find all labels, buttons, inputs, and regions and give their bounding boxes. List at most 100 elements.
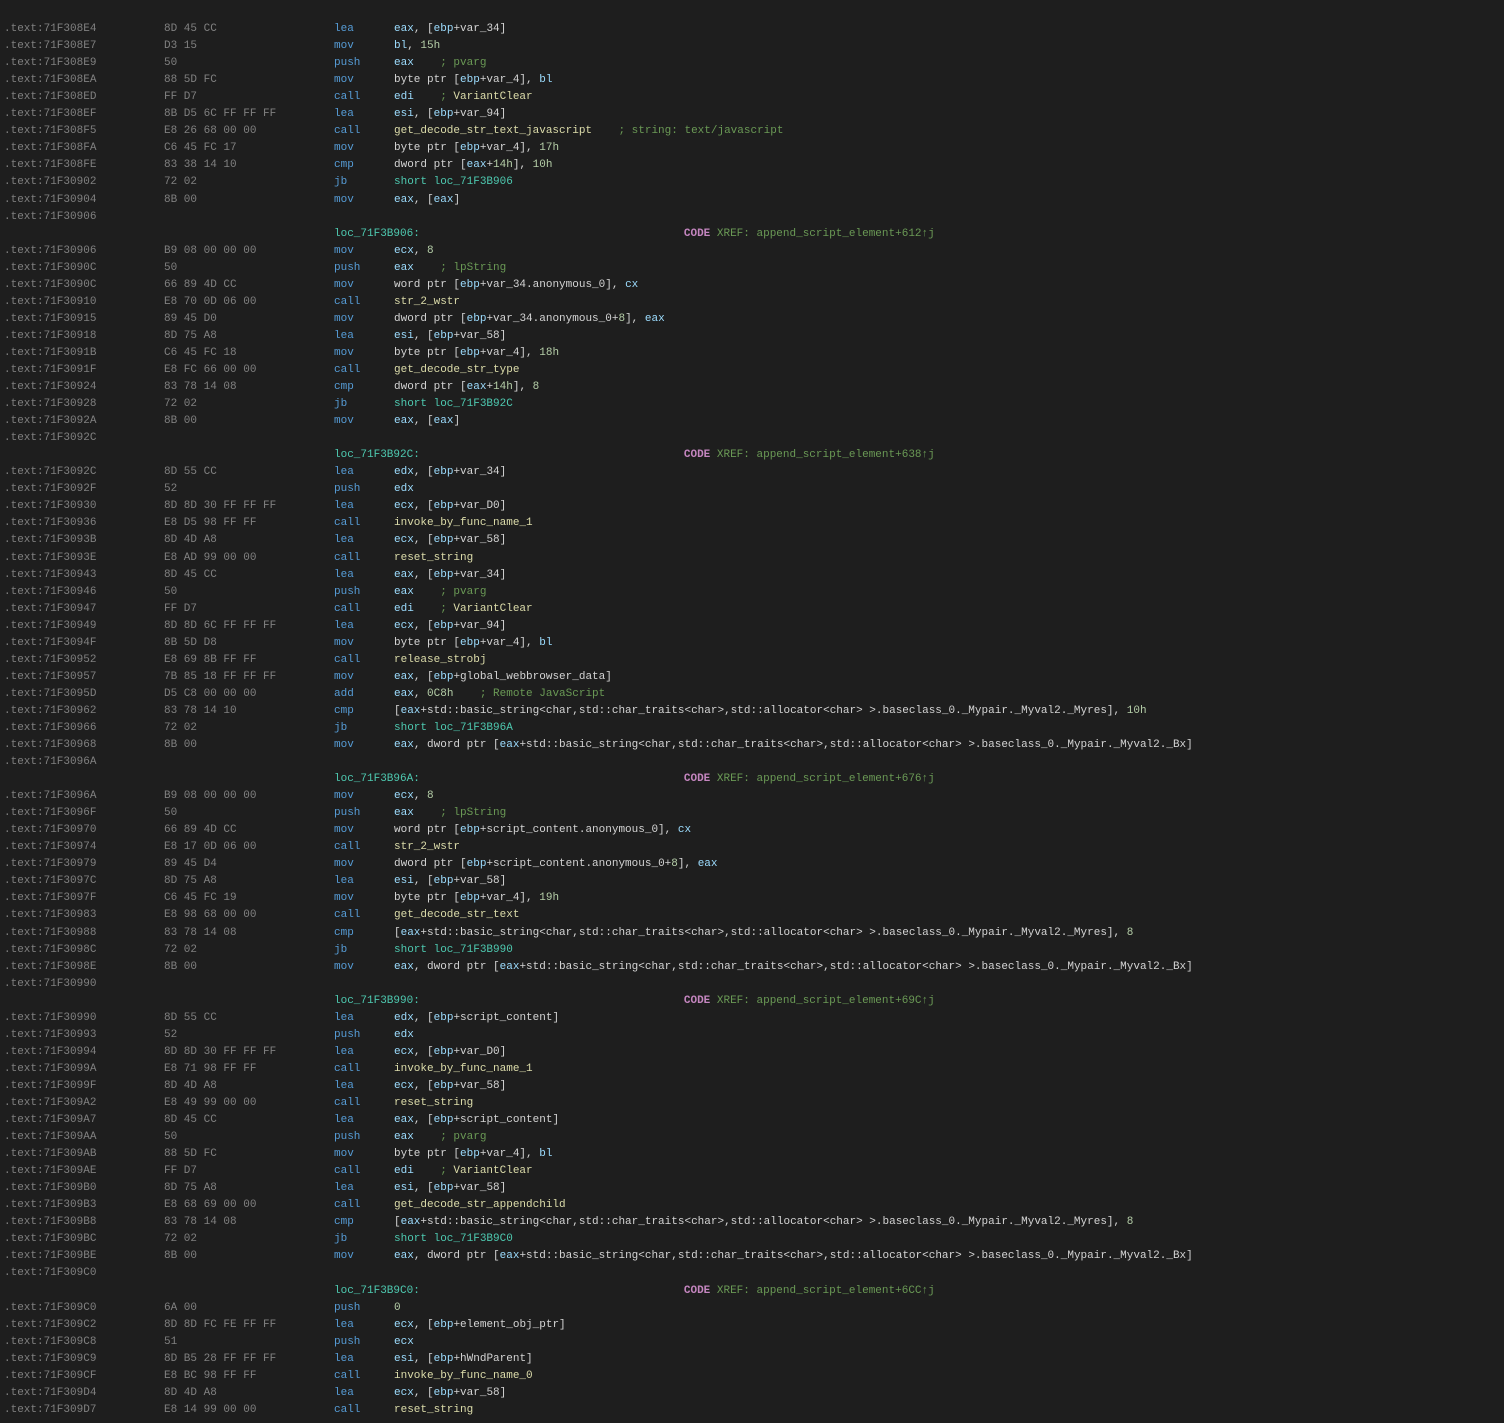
address: .text:71F30952 [4, 652, 164, 669]
bytes: E8 FC 66 00 00 [164, 362, 334, 379]
label-indent [4, 447, 334, 464]
code-line: .text:71F309BC72 02jbshort loc_71F3B9C0 [0, 1231, 1504, 1248]
bytes: 89 45 D0 [164, 311, 334, 328]
code-line: .text:71F3092C [0, 430, 1504, 447]
mnemonic: push [334, 584, 394, 601]
operands: eax [394, 55, 414, 72]
bytes: 72 02 [164, 720, 334, 737]
label-line: loc_71F3B906: CODE XREF: append_script_e… [0, 226, 1504, 243]
mnemonic: call [334, 550, 394, 567]
address: .text:71F3099A [4, 1061, 164, 1078]
code-line: .text:71F309AA50pusheax ; pvarg [0, 1129, 1504, 1146]
address: .text:71F30983 [4, 907, 164, 924]
address: .text:71F30990 [4, 1010, 164, 1027]
address: .text:71F3094F [4, 635, 164, 652]
code-line: .text:71F3090C50pusheax ; lpString [0, 260, 1504, 277]
bytes: E8 70 0D 06 00 [164, 294, 334, 311]
code-line: .text:71F3096AB9 08 00 00 00movecx, 8 [0, 788, 1504, 805]
mnemonic: mov [334, 140, 394, 157]
disassembly-view: .text:71F308E48D 45 CCleaeax, [ebp+var_3… [0, 0, 1504, 1423]
address: .text:71F309C0 [4, 1300, 164, 1317]
code-line: .text:71F30983E8 98 68 00 00callget_deco… [0, 907, 1504, 924]
code-line: .text:71F3094650pusheax ; pvarg [0, 584, 1504, 601]
bytes: 50 [164, 260, 334, 277]
code-line: .text:71F309048B 00moveax, [eax] [0, 192, 1504, 209]
address: .text:71F308E9 [4, 55, 164, 72]
bytes: C6 45 FC 18 [164, 345, 334, 362]
operands: ecx, 8 [394, 788, 434, 805]
mnemonic: cmp [334, 925, 394, 942]
operands: esi, [ebp+var_58] [394, 1180, 506, 1197]
address: .text:71F30902 [4, 174, 164, 191]
mnemonic: jb [334, 720, 394, 737]
code-line: .text:71F3097989 45 D4movdword ptr [ebp+… [0, 856, 1504, 873]
code-line: .text:71F3097C8D 75 A8leaesi, [ebp+var_5… [0, 873, 1504, 890]
mnemonic: jb [334, 1231, 394, 1248]
comment: ; VariantClear [414, 89, 533, 106]
bytes: 8D B5 28 FF FF FF [164, 1351, 334, 1368]
code-line: .text:71F309688B 00moveax, dword ptr [ea… [0, 737, 1504, 754]
bytes: 8D 8D 30 FF FF FF [164, 1044, 334, 1061]
mnemonic: mov [334, 890, 394, 907]
mnemonic: lea [334, 1044, 394, 1061]
address: .text:71F309BC [4, 1231, 164, 1248]
address: .text:71F3096F [4, 805, 164, 822]
bytes: 51 [164, 1334, 334, 1351]
comment: ; pvarg [414, 55, 487, 72]
bytes: B9 08 00 00 00 [164, 788, 334, 805]
address: .text:71F30946 [4, 584, 164, 601]
code-line: .text:71F3092C8D 55 CCleaedx, [ebp+var_3… [0, 464, 1504, 481]
mnemonic: cmp [334, 1214, 394, 1231]
operands: eax, dword ptr [eax+std::basic_string<ch… [394, 1248, 1193, 1265]
mnemonic: lea [334, 464, 394, 481]
address: .text:71F30930 [4, 498, 164, 515]
address: .text:71F308E7 [4, 38, 164, 55]
code-line: .text:71F308F5E8 26 68 00 00callget_deco… [0, 123, 1504, 140]
address: .text:71F309B8 [4, 1214, 164, 1231]
operands: short loc_71F3B92C [394, 396, 513, 413]
operands: ecx, [ebp+var_D0] [394, 498, 506, 515]
code-line: .text:71F3093EE8 AD 99 00 00callreset_st… [0, 550, 1504, 567]
label-comment: CODE XREF: append_script_element+612↑j [420, 226, 935, 243]
bytes: 52 [164, 1027, 334, 1044]
mnemonic: lea [334, 1317, 394, 1334]
mnemonic: call [334, 652, 394, 669]
mnemonic: cmp [334, 379, 394, 396]
operands: [eax+std::basic_string<char,std::char_tr… [394, 1214, 1133, 1231]
mnemonic: lea [334, 106, 394, 123]
mnemonic: lea [334, 21, 394, 38]
code-line: .text:71F308EDFF D7calledi ; VariantClea… [0, 89, 1504, 106]
code-line: .text:71F308E950pusheax ; pvarg [0, 55, 1504, 72]
address: .text:71F308FE [4, 157, 164, 174]
label-name: loc_71F3B96A: [334, 771, 420, 788]
code-line: .text:71F309BE8B 00moveax, dword ptr [ea… [0, 1248, 1504, 1265]
address: .text:71F30915 [4, 311, 164, 328]
operands: reset_string [394, 1402, 473, 1419]
label-comment: CODE XREF: append_script_element+638↑j [420, 447, 935, 464]
bytes: 83 78 14 10 [164, 703, 334, 720]
label-comment: CODE XREF: append_script_element+6CC↑j [420, 1283, 935, 1300]
code-line: .text:71F309B3E8 68 69 00 00callget_deco… [0, 1197, 1504, 1214]
label-name: loc_71F3B9C0: [334, 1283, 420, 1300]
operands: edi [394, 601, 414, 618]
operands: ecx, [ebp+var_58] [394, 532, 506, 549]
bytes: FF D7 [164, 89, 334, 106]
label-indent [4, 226, 334, 243]
mnemonic: lea [334, 532, 394, 549]
bytes: 66 89 4D CC [164, 277, 334, 294]
operands: edx [394, 1027, 414, 1044]
code-line: .text:71F3091BC6 45 FC 18movbyte ptr [eb… [0, 345, 1504, 362]
bytes: 8D 45 CC [164, 567, 334, 584]
code-line: .text:71F30990 [0, 976, 1504, 993]
address: .text:71F30968 [4, 737, 164, 754]
address: .text:71F30928 [4, 396, 164, 413]
bytes: 8D 4D A8 [164, 532, 334, 549]
address: .text:71F309CF [4, 1368, 164, 1385]
mnemonic: mov [334, 311, 394, 328]
mnemonic: lea [334, 1385, 394, 1402]
mnemonic: lea [334, 1078, 394, 1095]
operands: esi, [ebp+hWndParent] [394, 1351, 533, 1368]
mnemonic: jb [334, 942, 394, 959]
label-indent [4, 1283, 334, 1300]
operands: get_decode_str_appendchild [394, 1197, 566, 1214]
